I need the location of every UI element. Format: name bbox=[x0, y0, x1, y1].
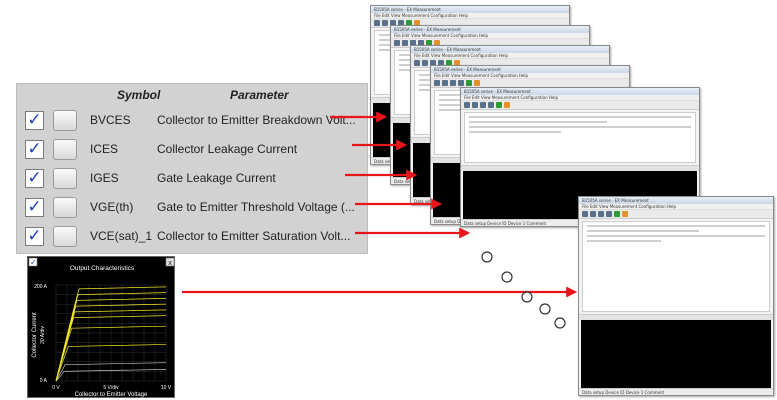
ellipsis-dot-3 bbox=[521, 291, 533, 303]
ellipsis-dot-4 bbox=[539, 303, 551, 315]
ellipsis-dot-5 bbox=[554, 317, 566, 329]
arrow-overlay bbox=[182, 111, 578, 329]
stage: B1505A series - EX Measurement File Edit … bbox=[0, 0, 777, 400]
ellipsis-dot-2 bbox=[501, 271, 513, 283]
ellipsis-dot-1 bbox=[481, 251, 493, 263]
arrows bbox=[182, 111, 578, 298]
